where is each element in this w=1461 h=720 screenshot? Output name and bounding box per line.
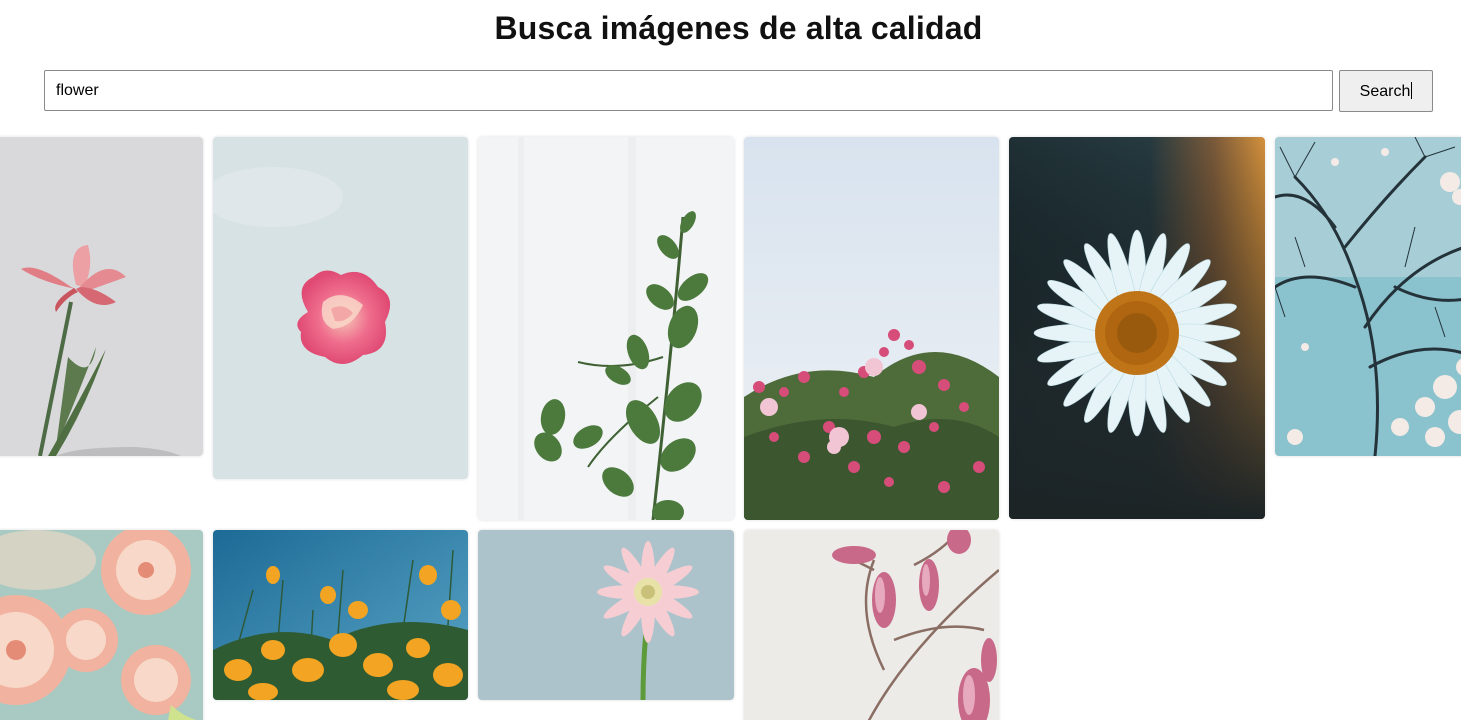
photo-poppies <box>213 530 468 700</box>
photo-gerbera <box>478 530 734 700</box>
photo-daisy <box>1009 137 1265 519</box>
photo-dahlias <box>0 530 203 720</box>
image-card[interactable] <box>478 530 734 700</box>
search-input[interactable] <box>44 70 1333 111</box>
photo-pink-lily <box>0 137 203 456</box>
image-card[interactable] <box>1275 137 1461 456</box>
image-card[interactable] <box>1009 137 1265 519</box>
text-caret <box>1411 81 1413 99</box>
image-card[interactable] <box>213 137 468 479</box>
image-card[interactable] <box>0 137 203 456</box>
photo-pink-rose <box>213 137 468 479</box>
image-card[interactable] <box>213 530 468 700</box>
search-button-label: Search <box>1359 82 1411 100</box>
image-card[interactable] <box>0 530 203 720</box>
photo-eucalyptus <box>478 137 734 520</box>
search-button[interactable]: Search <box>1339 70 1433 112</box>
photo-pink-blossoms <box>744 137 999 520</box>
page: Busca imágenes de alta calidad Search <box>0 0 1461 720</box>
image-card[interactable] <box>744 530 999 720</box>
page-title: Busca imágenes de alta calidad <box>494 10 983 46</box>
image-card[interactable] <box>478 137 734 520</box>
image-card[interactable] <box>744 137 999 520</box>
photo-cherry-tree <box>1275 137 1461 456</box>
photo-magnolia <box>744 530 999 720</box>
